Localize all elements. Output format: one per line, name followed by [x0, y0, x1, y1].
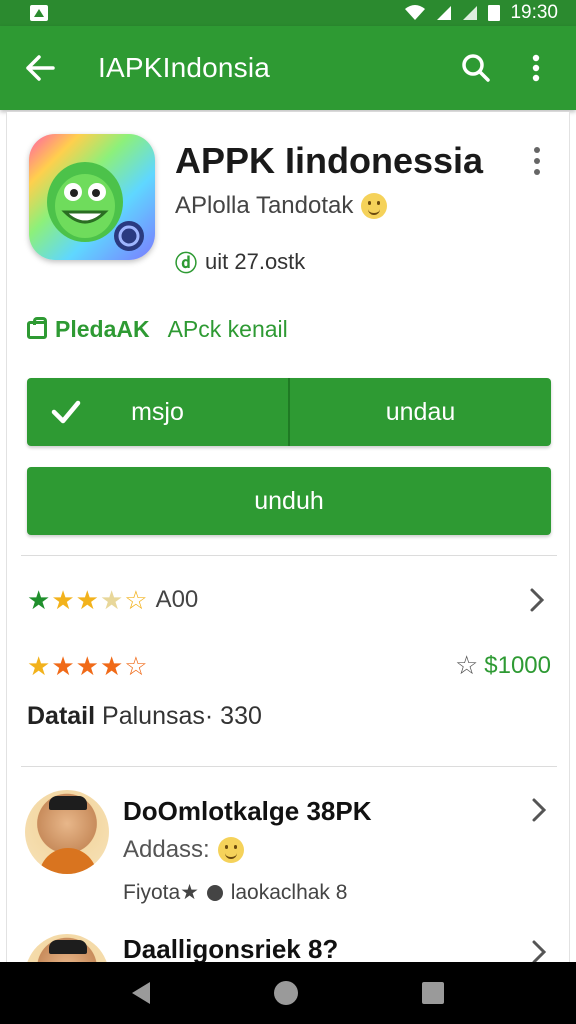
price-value: $1000: [484, 651, 551, 679]
review-author: Daalligonsriek 8?: [123, 934, 339, 964]
avatar: [25, 790, 109, 874]
rating-label: A00: [155, 586, 199, 613]
back-arrow-icon[interactable]: [20, 48, 60, 88]
system-nav-bar: [0, 962, 576, 1024]
star-icon: ★: [75, 651, 99, 681]
rating-row-2: ★ ★ ★ ★ ☆ ☆ $1000: [27, 648, 551, 684]
detail-row: Datail Palunsas· 330: [27, 702, 262, 731]
app-icon: [29, 134, 155, 260]
badge-main: PledaAK: [27, 316, 150, 343]
split-button: msjo undau: [27, 378, 551, 446]
price-tag[interactable]: ☆ $1000: [455, 650, 551, 681]
search-icon[interactable]: [456, 48, 496, 88]
divider: [21, 555, 557, 556]
notification-icon: [30, 5, 48, 21]
star-outline-icon: ☆: [124, 585, 148, 615]
signal-icon-2: [463, 6, 478, 20]
nav-recents-icon[interactable]: [422, 982, 444, 1004]
app-bar: IAPKIndonsia: [0, 26, 576, 110]
chevron-right-icon[interactable]: [529, 938, 549, 964]
star-icon: ★: [51, 651, 75, 681]
status-icons: 19:30: [404, 2, 558, 24]
lock-icon: [27, 316, 47, 339]
detail-value: Palunsas· 330: [102, 702, 262, 730]
download-icon: ⓓ: [175, 251, 198, 276]
review-item[interactable]: Daalligonsriek 8?: [25, 932, 553, 964]
app-bar-title: IAPKIndonsia: [98, 52, 271, 83]
badge-main-label: PledaAK: [55, 316, 150, 342]
installed-button-label: msjo: [131, 397, 184, 426]
review-item[interactable]: DoOmlotkalge 38PK Addass: Fiyota★ laokac…: [25, 790, 553, 930]
developer-row[interactable]: APlolla Tandotak: [175, 192, 388, 220]
wifi-icon: [405, 5, 426, 20]
badge-row: PledaAK APck kenail: [27, 316, 288, 343]
star-icon: ★: [27, 651, 51, 681]
wishlist-star-icon: ☆: [454, 650, 479, 680]
star-outline-icon: ☆: [124, 651, 148, 681]
status-time: 19:30: [510, 2, 558, 23]
check-icon: [51, 400, 81, 424]
download-button-label: unduh: [254, 486, 324, 515]
signal-icon: [437, 6, 452, 20]
downloads-count: uit 27.ostk: [205, 249, 306, 274]
review-meta: Fiyota★ laokaclhak 8: [123, 880, 347, 905]
chevron-right-icon[interactable]: [529, 796, 549, 824]
review-subtitle: Addass:: [123, 836, 210, 863]
review-author: DoOmlotkalge 38PK: [123, 796, 372, 826]
download-split-button[interactable]: undau: [290, 378, 551, 446]
download-split-label: undau: [385, 397, 456, 426]
star-icon: ★: [51, 585, 75, 615]
battery-icon: [488, 5, 501, 21]
smiley-icon: [217, 837, 244, 863]
downloads-row: ⓓ uit 27.ostk: [175, 246, 305, 278]
rating-stars: ★ ★ ★ ★ ☆: [27, 587, 148, 613]
app-name: APPK Iindonessia: [175, 140, 484, 181]
review-subtitle-row: Addass:: [123, 836, 244, 864]
download-button[interactable]: unduh: [27, 467, 551, 535]
rating-stars-2: ★ ★ ★ ★ ☆: [27, 653, 148, 679]
star-icon: ★: [27, 585, 51, 615]
app-detail-card: APPK Iindonessia APlolla Tandotak ⓓ uit …: [6, 112, 570, 964]
review-meta-icon: [206, 885, 223, 901]
nav-back-icon[interactable]: [132, 982, 150, 1004]
chevron-right-icon[interactable]: [527, 586, 547, 614]
app-overflow-icon[interactable]: [525, 144, 549, 178]
developer-name: APlolla Tandotak: [175, 192, 354, 219]
rating-row[interactable]: ★ ★ ★ ★ ☆ A00: [27, 582, 551, 618]
nav-home-icon[interactable]: [274, 981, 298, 1005]
avatar: [25, 934, 109, 964]
smiley-icon: [361, 193, 388, 219]
star-icon: ★: [99, 651, 124, 681]
badge-secondary-label: APck kenail: [167, 316, 288, 342]
divider: [21, 766, 557, 767]
star-icon: ★: [75, 585, 99, 615]
review-meta-right: laokaclhak 8: [230, 881, 348, 904]
detail-key: Datail: [27, 702, 96, 730]
overflow-menu-icon[interactable]: [516, 48, 556, 88]
review-meta-left: Fiyota★: [123, 881, 200, 904]
star-half-icon: ★: [99, 585, 124, 615]
installed-button[interactable]: msjo: [27, 378, 290, 446]
status-bar: 19:30: [0, 0, 576, 26]
